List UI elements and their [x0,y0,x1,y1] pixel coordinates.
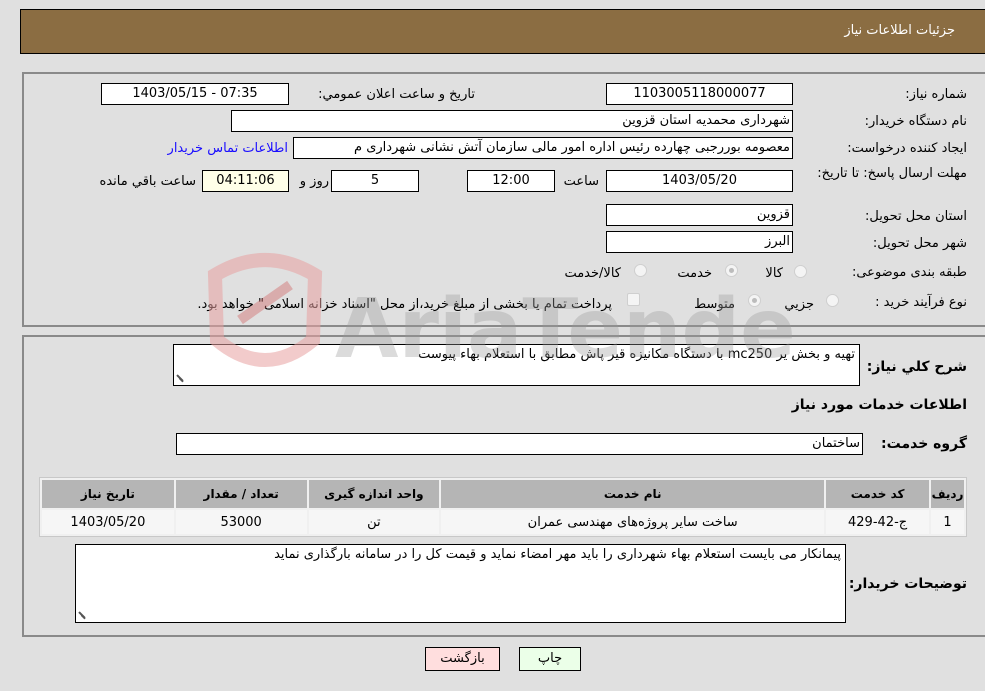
print-button[interactable]: چاپ [519,647,581,671]
need-description-label: شرح کلي نياز: [866,359,967,375]
delivery-city-label: شهر محل تحویل: [872,236,967,251]
service-group-field[interactable]: ساختمان [176,433,863,455]
delivery-city-field[interactable]: البرز [606,231,793,253]
buyer-notes-label: توضیحات خریدار: [848,576,967,592]
deadline-time-field[interactable]: 12:00 [467,170,555,192]
page-title: جزئیات اطلاعات نیاز [844,23,955,38]
services-table-wrapper: رديف کد خدمت نام خدمت واحد اندازه گیری ت… [39,477,967,537]
buyer-org-label: نام دستگاه خريدار: [864,114,967,129]
purchase-process-label: نوع فرآیند خرید : [875,295,967,310]
cell-quantity: 53000 [175,510,307,534]
deadline-time-label: ساعت [563,174,599,189]
remaining-time-label: ساعت باقي مانده [99,174,196,189]
deadline-date-field[interactable]: 1403/05/20 [606,170,793,192]
need-number-field[interactable]: 1103005118000077 [606,83,793,105]
category-label: طبقه بندی موضوعی: [851,265,967,280]
services-table: رديف کد خدمت نام خدمت واحد اندازه گیری ت… [39,477,967,537]
delivery-province-label: استان محل تحویل: [865,209,967,224]
col-header-quantity: تعداد / مقدار [175,480,307,508]
services-info-title: اطلاعات خدمات مورد نياز [791,397,967,413]
cell-unit: تن [308,510,440,534]
table-header-row: رديف کد خدمت نام خدمت واحد اندازه گیری ت… [42,480,964,508]
resize-grip-icon[interactable] [176,373,186,383]
deadline-label: مهلت ارسال پاسخ: تا تاريخ: [817,166,967,181]
category-option-service: خدمت [677,266,712,281]
requester-field[interactable]: معصومه بوررجبی چهارده رئیس اداره امور ما… [293,137,793,159]
cell-service-name: ساخت سایر پروژه‌های مهندسی عمران [441,510,825,534]
col-header-service-code: کد خدمت [826,480,930,508]
back-button[interactable]: بازگشت [425,647,500,671]
category-radio-goods-service[interactable] [634,264,647,277]
col-header-service-name: نام خدمت [441,480,825,508]
cell-service-code: ج-42-429 [826,510,930,534]
buyer-notes-text: پیمانکار می بایست استعلام بهاء شهرداری ر… [274,547,841,562]
remaining-days-field[interactable]: 5 [331,170,419,192]
category-option-goods: کالا [765,266,783,281]
announce-datetime-label: تاریخ و ساعت اعلان عمومي: [318,87,475,102]
purchase-option-minor: جزيي [784,297,814,312]
table-row: 1 ج-42-429 ساخت سایر پروژه‌های مهندسی عم… [42,510,964,534]
category-radio-goods[interactable] [794,265,807,278]
buyer-org-field[interactable]: شهرداری محمدیه استان قزوین [231,110,793,132]
buyer-contact-link[interactable]: اطلاعات تماس خريدار [168,141,288,156]
purchase-radio-medium[interactable] [748,294,761,307]
purchase-radio-minor[interactable] [826,294,839,307]
treasury-checkbox[interactable] [627,293,640,306]
col-header-need-date: تاریخ نیاز [42,480,174,508]
days-label: روز و [299,174,329,189]
page-header: جزئیات اطلاعات نیاز [20,9,985,54]
need-number-label: شماره نیاز: [905,87,967,102]
resize-grip-icon[interactable] [78,610,88,620]
col-header-unit: واحد اندازه گیری [308,480,440,508]
col-header-row-number: رديف [931,480,964,508]
need-description-textarea[interactable]: تهیه و بخش یر mc250 با دستگاه مکانیزه قی… [173,344,860,386]
buyer-notes-textarea[interactable]: پیمانکار می بایست استعلام بهاء شهرداری ر… [75,544,846,623]
purchase-option-medium: متوسط [694,297,735,312]
delivery-province-field[interactable]: قزوین [606,204,793,226]
announce-datetime-field[interactable]: 1403/05/15 - 07:35 [101,83,289,105]
category-radio-service[interactable] [725,264,738,277]
need-description-text: تهیه و بخش یر mc250 با دستگاه مکانیزه قی… [418,347,855,362]
cell-row-number: 1 [931,510,964,534]
treasury-note: پرداخت تمام یا بخشی از مبلغ خرید،از محل … [197,297,612,312]
category-option-goods-service: کالا/خدمت [564,266,621,281]
requester-label: ایجاد کننده درخواست: [847,141,967,156]
remaining-time-field[interactable]: 04:11:06 [202,170,289,192]
service-group-label: گروه خدمت: [881,436,967,452]
cell-need-date: 1403/05/20 [42,510,174,534]
